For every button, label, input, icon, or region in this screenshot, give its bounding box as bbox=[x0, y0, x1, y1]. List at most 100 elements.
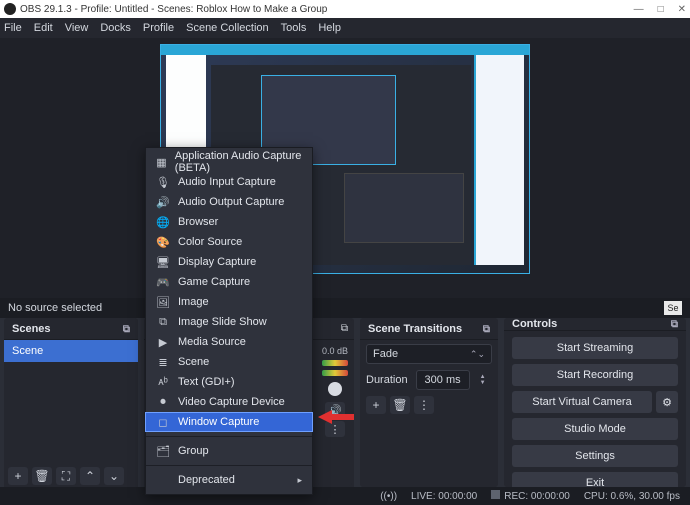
ctx-item-color-source[interactable]: 🎨Color Source bbox=[146, 232, 312, 252]
annotation-arrow bbox=[318, 408, 354, 426]
virtual-camera-settings-button[interactable]: ⚙ bbox=[656, 391, 678, 413]
panel-controls: Controls Start Streaming Start Recording… bbox=[504, 318, 686, 487]
scene-list: Scene bbox=[4, 340, 138, 465]
source-type-icon: 🎙 bbox=[156, 176, 170, 189]
scene-down-button[interactable]: ⌄ bbox=[104, 467, 124, 485]
transition-menu-button[interactable]: ⋮ bbox=[414, 396, 434, 414]
panel-scenes: Scenes Scene + 🗑 ⛶ ⌃ ⌄ bbox=[4, 318, 138, 487]
ctx-item-game-capture[interactable]: 🎮 Game Capture bbox=[146, 272, 312, 292]
scene-item[interactable]: Scene bbox=[4, 340, 138, 362]
popout-icon[interactable] bbox=[123, 323, 130, 335]
menu-docks[interactable]: Docks bbox=[100, 22, 131, 34]
group-icon: 🗂 bbox=[156, 445, 170, 458]
audio-db-label: 0.0 dB bbox=[318, 340, 352, 356]
ctx-item-label: Audio Output Capture bbox=[178, 196, 284, 208]
volume-slider-knob[interactable] bbox=[328, 382, 342, 396]
source-type-icon: ⧉ bbox=[156, 316, 170, 329]
preview-area[interactable] bbox=[0, 38, 690, 298]
popout-icon[interactable] bbox=[671, 318, 678, 330]
duration-input[interactable]: 300 ms bbox=[416, 370, 470, 390]
menu-scene-collection[interactable]: Scene Collection bbox=[186, 22, 269, 34]
source-type-icon: ◻ bbox=[156, 416, 170, 429]
source-type-icon: ⏺ bbox=[156, 396, 170, 409]
menu-view[interactable]: View bbox=[65, 22, 89, 34]
ctx-item-label: Browser bbox=[178, 216, 218, 228]
source-type-icon: 🌐 bbox=[156, 216, 170, 229]
transition-remove-button[interactable]: 🗑 bbox=[390, 396, 410, 414]
source-type-icon: 🎮 bbox=[156, 276, 170, 289]
start-streaming-button[interactable]: Start Streaming bbox=[512, 337, 678, 359]
panel-audio-mixer: 0.0 dB 🔊 ⋮ bbox=[318, 318, 352, 486]
duration-label: Duration bbox=[366, 374, 408, 386]
ctx-item-label: Image Slide Show bbox=[178, 316, 267, 328]
panel-transitions-title: Scene Transitions bbox=[368, 323, 462, 335]
studio-mode-button[interactable]: Studio Mode bbox=[512, 418, 678, 440]
ctx-item-display-capture[interactable]: 🖥Display Capture bbox=[146, 252, 312, 272]
ctx-item-media-source[interactable]: ▶Media Source bbox=[146, 332, 312, 352]
add-source-context-menu: ▦ Application Audio Capture (BETA) 🎙 Audio … bbox=[145, 147, 313, 495]
status-live: LIVE: 00:00:00 bbox=[411, 491, 477, 502]
scene-up-button[interactable]: ⌃ bbox=[80, 467, 100, 485]
remove-scene-button[interactable]: 🗑 bbox=[32, 467, 52, 485]
ctx-item-image-slide-show[interactable]: ⧉ Image Slide Show bbox=[146, 312, 312, 332]
source-type-icon: ▦ bbox=[156, 156, 167, 169]
transition-select[interactable]: Fade ⌃⌄ bbox=[366, 344, 492, 364]
panel-controls-header: Controls bbox=[504, 318, 686, 331]
panel-scenes-title: Scenes bbox=[12, 323, 51, 335]
menu-bar: File Edit View Docks Profile Scene Colle… bbox=[0, 18, 690, 38]
ctx-item-scene[interactable]: ≣Scene bbox=[146, 352, 312, 372]
audio-meter bbox=[322, 370, 348, 376]
ctx-item-deprecated[interactable]: Deprecated bbox=[146, 470, 312, 490]
network-icon: ((•)) bbox=[380, 491, 397, 502]
panel-scenes-header: Scenes bbox=[4, 318, 138, 340]
window-titlebar: OBS 29.1.3 - Profile: Untitled - Scenes:… bbox=[0, 0, 690, 18]
window-controls: — □ ✕ bbox=[634, 4, 686, 15]
popout-icon[interactable] bbox=[341, 322, 348, 334]
ctx-item-text-gdi[interactable]: ᴀᵇText (GDI+) bbox=[146, 372, 312, 392]
menu-tools[interactable]: Tools bbox=[281, 22, 307, 34]
scene-filter-button[interactable]: ⛶ bbox=[56, 467, 76, 485]
audio-meter bbox=[322, 360, 348, 366]
ctx-item-group[interactable]: 🗂 Group bbox=[146, 441, 312, 461]
status-bar: ((•)) LIVE: 00:00:00 REC: 00:00:00 CPU: … bbox=[0, 487, 690, 505]
ctx-item-label: Group bbox=[178, 445, 209, 457]
ctx-item-window-capture[interactable]: ◻ Window Capture bbox=[145, 412, 313, 432]
ctx-item-application-audio-capture-beta[interactable]: ▦ Application Audio Capture (BETA) bbox=[146, 152, 312, 172]
obs-logo-icon bbox=[4, 3, 16, 15]
ctx-item-label: Game Capture bbox=[178, 276, 250, 288]
duration-value: 300 ms bbox=[425, 374, 461, 386]
ctx-item-video-capture-device[interactable]: ⏺Video Capture Device bbox=[146, 392, 312, 412]
ctx-item-image[interactable]: 🖼Image bbox=[146, 292, 312, 312]
settings-button[interactable]: Settings bbox=[512, 445, 678, 467]
source-toolbar-label: No source selected bbox=[8, 302, 102, 314]
panel-transitions-header: Scene Transitions bbox=[360, 318, 498, 340]
transition-add-button[interactable]: + bbox=[366, 396, 386, 414]
menu-edit[interactable]: Edit bbox=[34, 22, 53, 34]
start-recording-button[interactable]: Start Recording bbox=[512, 364, 678, 386]
status-rec: REC: 00:00:00 bbox=[491, 490, 570, 502]
source-type-icon: ▶ bbox=[156, 336, 170, 349]
ctx-item-label: Deprecated bbox=[178, 474, 235, 486]
minimize-button[interactable]: — bbox=[634, 4, 644, 15]
source-toolbar-button[interactable]: Se bbox=[664, 301, 682, 315]
ctx-item-browser[interactable]: 🌐 Browser bbox=[146, 212, 312, 232]
menu-profile[interactable]: Profile bbox=[143, 22, 174, 34]
transition-current: Fade bbox=[373, 348, 398, 360]
popout-icon[interactable] bbox=[483, 323, 490, 335]
maximize-button[interactable]: □ bbox=[658, 4, 664, 15]
duration-stepper[interactable]: ▲▼ bbox=[480, 374, 486, 386]
start-virtual-camera-button[interactable]: Start Virtual Camera bbox=[512, 391, 652, 413]
source-toolbar: No source selected Se bbox=[0, 298, 690, 318]
ctx-item-audio-input-capture[interactable]: 🎙 Audio Input Capture bbox=[146, 172, 312, 192]
add-scene-button[interactable]: + bbox=[8, 467, 28, 485]
ctx-item-audio-output-capture[interactable]: 🔊Audio Output Capture bbox=[146, 192, 312, 212]
menu-help[interactable]: Help bbox=[318, 22, 341, 34]
ctx-item-label: Window Capture bbox=[178, 416, 259, 428]
source-type-icon: 🖼 bbox=[156, 296, 170, 309]
status-cpu: CPU: 0.6%, 30.00 fps bbox=[584, 491, 680, 502]
ctx-item-label: Application Audio Capture (BETA) bbox=[175, 150, 302, 174]
ctx-item-label: Audio Input Capture bbox=[178, 176, 276, 188]
close-button[interactable]: ✕ bbox=[678, 4, 686, 15]
menu-file[interactable]: File bbox=[4, 22, 22, 34]
ctx-item-label: Scene bbox=[178, 356, 209, 368]
